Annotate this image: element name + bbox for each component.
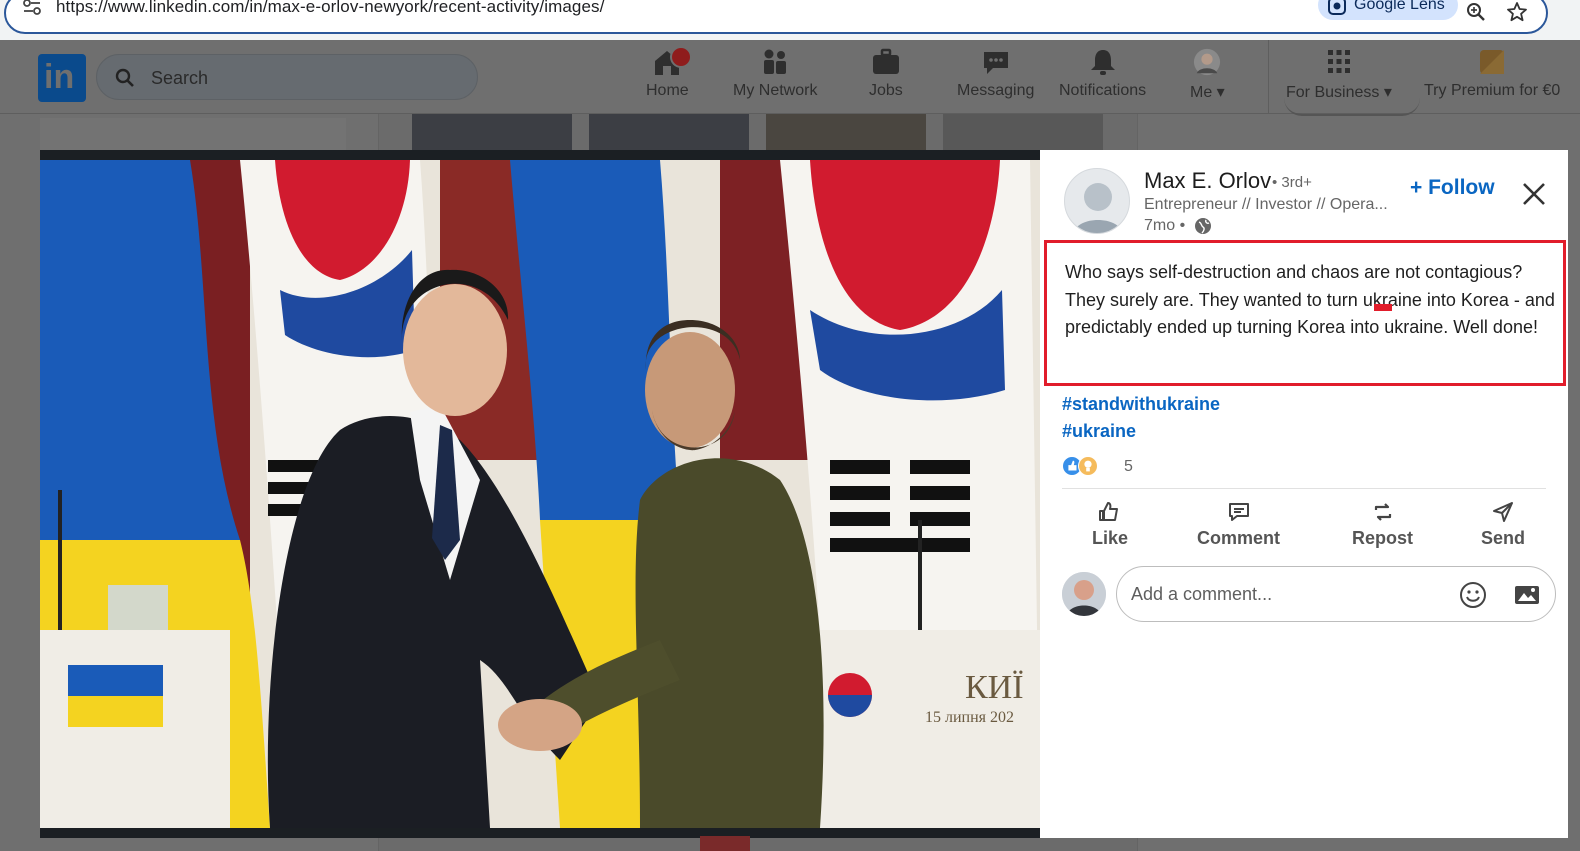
follow-button[interactable]: + Follow [1410, 176, 1495, 200]
browser-toolbar: https://www.linkedin.com/in/max-e-orlov-… [0, 0, 1580, 40]
search-input[interactable]: Search [96, 54, 478, 100]
repost-label: Repost [1352, 528, 1414, 548]
comment-icon [1228, 503, 1249, 521]
lens-icon [1328, 0, 1346, 15]
bell-icon [1090, 50, 1115, 75]
background-fragment [700, 836, 750, 851]
nav-home[interactable]: Home [646, 46, 692, 100]
search-placeholder: Search [151, 68, 209, 88]
author-headline: Entrepreneur // Investor // Opera... [1144, 196, 1388, 213]
nav-for-business[interactable]: For Business ▾ [1286, 48, 1392, 102]
post-details-panel: Max E. Orlov • 3rd+ Entrepreneur // Inve… [1040, 150, 1568, 838]
default-avatar-icon [1073, 183, 1123, 233]
nav-label-network: My Network [733, 82, 818, 99]
post-body-text: Who says self-destruction and chaos are … [1065, 262, 1555, 337]
user-photo-icon [1062, 572, 1106, 616]
background-thumbnail [943, 114, 1103, 150]
zoom-icon[interactable] [1466, 2, 1486, 22]
header-divider [1268, 40, 1269, 114]
annotation-mark [1374, 304, 1392, 311]
connection-degree: • 3rd+ [1272, 174, 1312, 191]
background-thumbnail [589, 114, 749, 150]
hashtag-link[interactable]: #ukraine [1062, 421, 1136, 442]
nav-me[interactable]: Me ▾ [1190, 48, 1225, 102]
current-user-avatar[interactable] [1062, 572, 1106, 616]
globe-icon [1195, 218, 1211, 234]
podium-date-text: 15 липня 202 [925, 709, 1014, 726]
bookmark-star-icon[interactable] [1506, 1, 1528, 23]
like-icon [1099, 502, 1119, 521]
premium-icon [1480, 50, 1505, 74]
background-thumbnail [412, 114, 572, 150]
send-button[interactable]: Send [1481, 500, 1525, 549]
nav-label-home: Home [646, 82, 689, 99]
nav-label-messaging: Messaging [957, 82, 1035, 99]
highlighted-post-text: Who says self-destruction and chaos are … [1044, 240, 1566, 386]
author-name[interactable]: Max E. Orlov [1144, 168, 1271, 194]
google-lens-button[interactable]: Google Lens [1318, 0, 1458, 20]
emoji-icon[interactable] [1459, 581, 1487, 609]
nav-label-me: Me ▾ [1190, 84, 1225, 101]
nav-jobs[interactable]: Jobs [869, 48, 903, 100]
network-icon [764, 49, 787, 74]
address-bar[interactable]: https://www.linkedin.com/in/max-e-orlov-… [4, 0, 1548, 34]
photo-illustration: КИЇ 15 липня 202 [40, 160, 1040, 828]
send-label: Send [1481, 528, 1526, 548]
nav-my-network[interactable]: My Network [733, 48, 817, 100]
lens-label: Google Lens [1354, 0, 1445, 13]
search-icon [115, 68, 134, 87]
logo-text: in [44, 58, 75, 96]
background-button [1284, 96, 1420, 116]
like-label: Like [1092, 528, 1129, 548]
url-text[interactable]: https://www.linkedin.com/in/max-e-orlov-… [56, 0, 604, 17]
linkedin-logo[interactable]: in [38, 54, 86, 102]
send-icon [1493, 502, 1513, 522]
podium-sign-text: КИЇ [965, 669, 1024, 706]
grid-icon [1327, 50, 1350, 73]
background-thumbnail [766, 114, 926, 150]
comment-placeholder: Add a comment... [1131, 584, 1273, 604]
nav-label-premium: Try Premium for €0 [1424, 82, 1561, 99]
nav-label-jobs: Jobs [869, 82, 903, 99]
repost-icon [1374, 503, 1391, 521]
post-image[interactable]: КИЇ 15 липня 202 [40, 160, 1040, 828]
image-upload-icon[interactable] [1513, 581, 1541, 609]
reaction-count: 5 [1124, 458, 1133, 475]
message-icon [983, 52, 1008, 74]
nav-notifications[interactable]: Notifications [1059, 48, 1146, 100]
hashtag-link[interactable]: #standwithukraine [1062, 394, 1220, 415]
like-button[interactable]: Like [1092, 500, 1128, 549]
insightful-reaction-icon [1078, 456, 1098, 476]
comment-button[interactable]: Comment [1197, 500, 1280, 549]
avatar-icon [1194, 48, 1221, 76]
nav-messaging[interactable]: Messaging [957, 48, 1034, 100]
author-avatar[interactable] [1064, 168, 1130, 234]
comment-input[interactable]: Add a comment... [1116, 566, 1556, 622]
repost-button[interactable]: Repost [1352, 500, 1413, 549]
notification-badge [670, 46, 692, 68]
nav-label-notifications: Notifications [1059, 82, 1147, 99]
post-time: 7mo • [1144, 217, 1186, 234]
briefcase-icon [872, 48, 899, 74]
close-icon[interactable] [1520, 180, 1548, 208]
comment-label: Comment [1197, 528, 1281, 548]
nav-premium[interactable]: Try Premium for €0 [1424, 48, 1560, 100]
divider [1062, 488, 1546, 489]
site-settings-icon[interactable] [22, 0, 42, 16]
